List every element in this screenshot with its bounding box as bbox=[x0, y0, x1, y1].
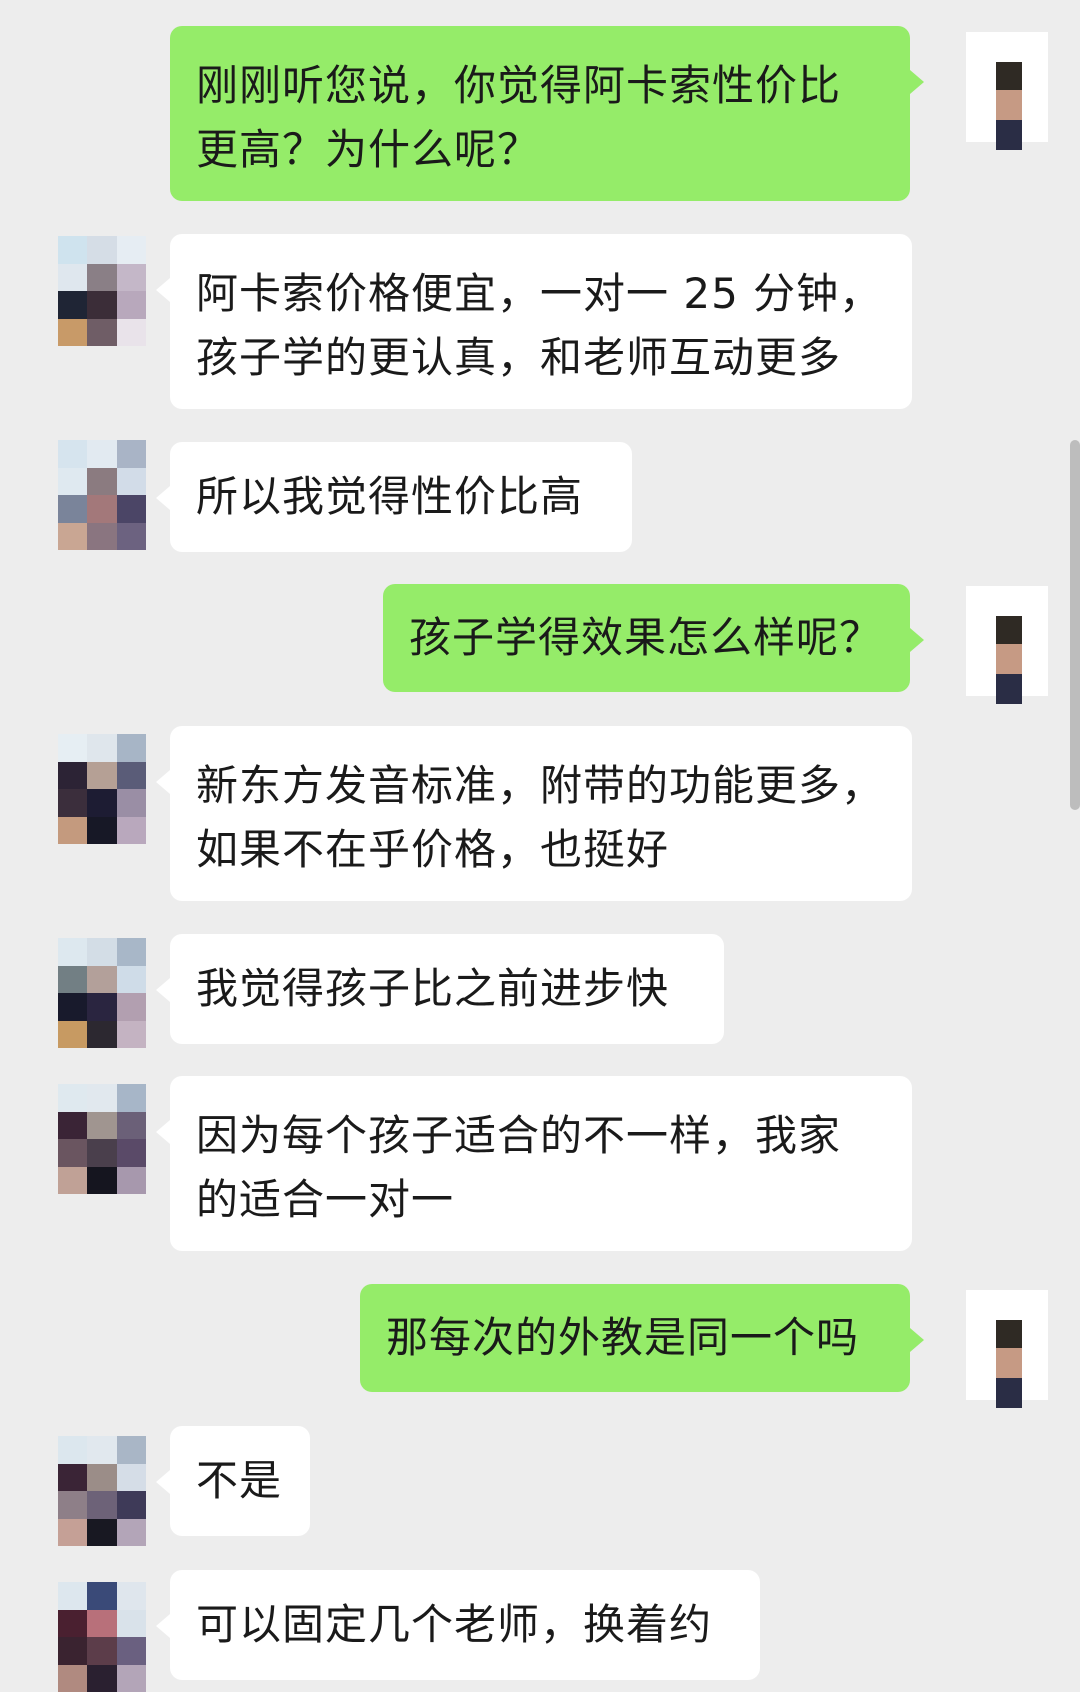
contact-avatar[interactable] bbox=[58, 236, 146, 346]
message-bubble-contact[interactable]: 新东方发音标准，附带的功能更多， 如果不在乎价格，也挺好 bbox=[156, 726, 912, 901]
self-avatar[interactable] bbox=[966, 32, 1048, 150]
message-text: 如果不在乎价格，也挺好 bbox=[196, 825, 670, 874]
message-bubble-contact[interactable]: 我觉得孩子比之前进步快 bbox=[156, 934, 724, 1044]
contact-avatar[interactable] bbox=[58, 1084, 146, 1194]
message-bubble-self[interactable]: 那每次的外教是同一个吗 bbox=[360, 1284, 924, 1392]
message-bubble-self[interactable]: 孩子学得效果怎么样呢？ bbox=[383, 584, 924, 692]
contact-avatar[interactable] bbox=[58, 440, 146, 550]
message-text: 孩子学的更认真，和老师互动更多 bbox=[196, 333, 842, 382]
contact-avatar[interactable] bbox=[58, 938, 146, 1048]
message-text: 新东方发音标准，附带的功能更多， bbox=[196, 761, 885, 810]
contact-avatar[interactable] bbox=[58, 734, 146, 844]
message-text: 孩子学得效果怎么样呢？ bbox=[409, 613, 883, 662]
message-bubble-contact[interactable]: 所以我觉得性价比高 bbox=[156, 442, 632, 552]
chat-area[interactable]: 刚刚听您说，你觉得阿卡索性价比 更高？为什么呢？ 阿卡索价格便宜，一对一 25 … bbox=[0, 0, 1080, 1692]
self-avatar[interactable] bbox=[966, 586, 1048, 704]
message-bubble-contact[interactable]: 阿卡索价格便宜，一对一 25 分钟， 孩子学的更认真，和老师互动更多 bbox=[156, 234, 912, 409]
message-bubble-contact[interactable]: 因为每个孩子适合的不一样，我家 的适合一对一 bbox=[156, 1076, 912, 1251]
message-text: 的适合一对一 bbox=[196, 1175, 455, 1224]
message-text: 我觉得孩子比之前进步快 bbox=[196, 964, 670, 1013]
scrollbar[interactable] bbox=[1070, 440, 1080, 810]
message-text: 因为每个孩子适合的不一样，我家 bbox=[196, 1111, 842, 1160]
self-avatar[interactable] bbox=[966, 1290, 1048, 1408]
message-text: 刚刚听您说，你觉得阿卡索性价比 bbox=[196, 61, 842, 110]
message-text: 不是 bbox=[196, 1456, 283, 1505]
message-text: 阿卡索价格便宜，一对一 25 分钟， bbox=[196, 269, 883, 318]
message-bubble-contact[interactable]: 可以固定几个老师，换着约 bbox=[156, 1570, 760, 1680]
message-text: 所以我觉得性价比高 bbox=[196, 472, 584, 521]
message-text: 可以固定几个老师，换着约 bbox=[196, 1600, 713, 1649]
message-bubble-self[interactable]: 刚刚听您说，你觉得阿卡索性价比 更高？为什么呢？ bbox=[170, 26, 924, 201]
message-text: 更高？为什么呢？ bbox=[196, 125, 541, 174]
message-bubble-contact[interactable]: 不是 bbox=[156, 1426, 310, 1536]
message-text: 那每次的外教是同一个吗 bbox=[386, 1313, 860, 1362]
contact-avatar[interactable] bbox=[58, 1582, 146, 1692]
contact-avatar[interactable] bbox=[58, 1436, 146, 1546]
